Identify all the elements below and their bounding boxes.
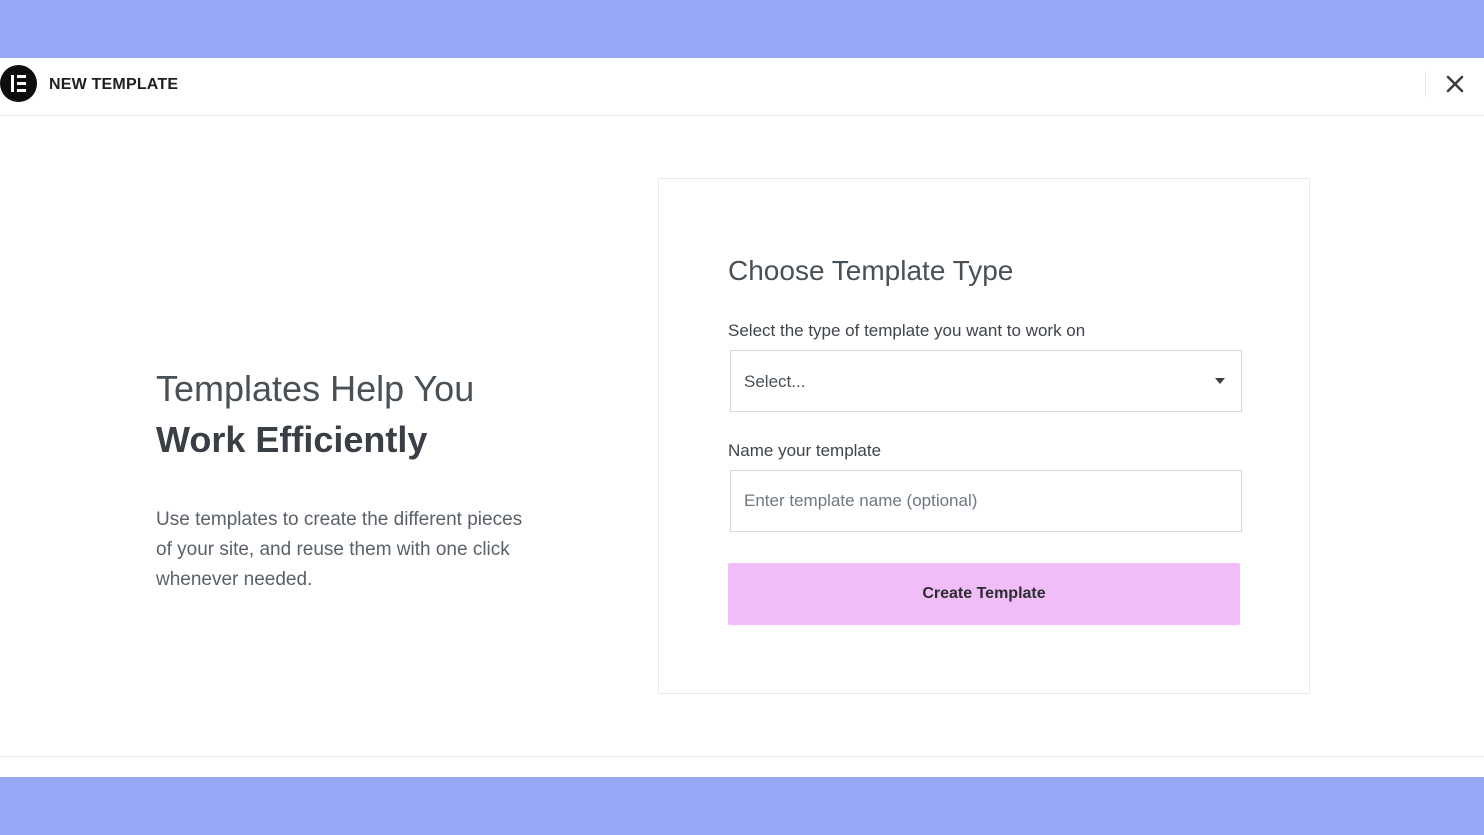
template-type-label: Select the type of template you want to … — [728, 321, 1086, 340]
intro-title: Templates Help You — [156, 368, 475, 409]
footer-divider — [0, 756, 1484, 757]
close-button[interactable] — [1436, 65, 1474, 103]
new-template-dialog: NEW TEMPLATE Templates Help You Work Eff… — [0, 58, 1484, 777]
intro-description: Use templates to create the different pi… — [156, 509, 523, 590]
template-name-input[interactable] — [730, 470, 1242, 532]
create-template-button[interactable]: Create Template — [728, 563, 1240, 625]
elementor-logo-icon — [0, 65, 37, 102]
form-title: Choose Template Type — [728, 255, 1014, 286]
template-name-label: Name your template — [728, 441, 882, 460]
intro-title-strong: Work Efficiently — [156, 419, 428, 460]
close-icon — [1446, 75, 1464, 93]
dialog-title: NEW TEMPLATE — [49, 76, 179, 93]
caret-down-icon — [1215, 378, 1225, 384]
template-type-value: Select... — [744, 372, 806, 391]
dialog-header: NEW TEMPLATE — [0, 58, 1484, 116]
template-type-select[interactable]: Select... — [730, 350, 1242, 412]
template-form: Choose Template Type Select the type of … — [658, 178, 1310, 694]
header-divider — [1425, 71, 1426, 97]
